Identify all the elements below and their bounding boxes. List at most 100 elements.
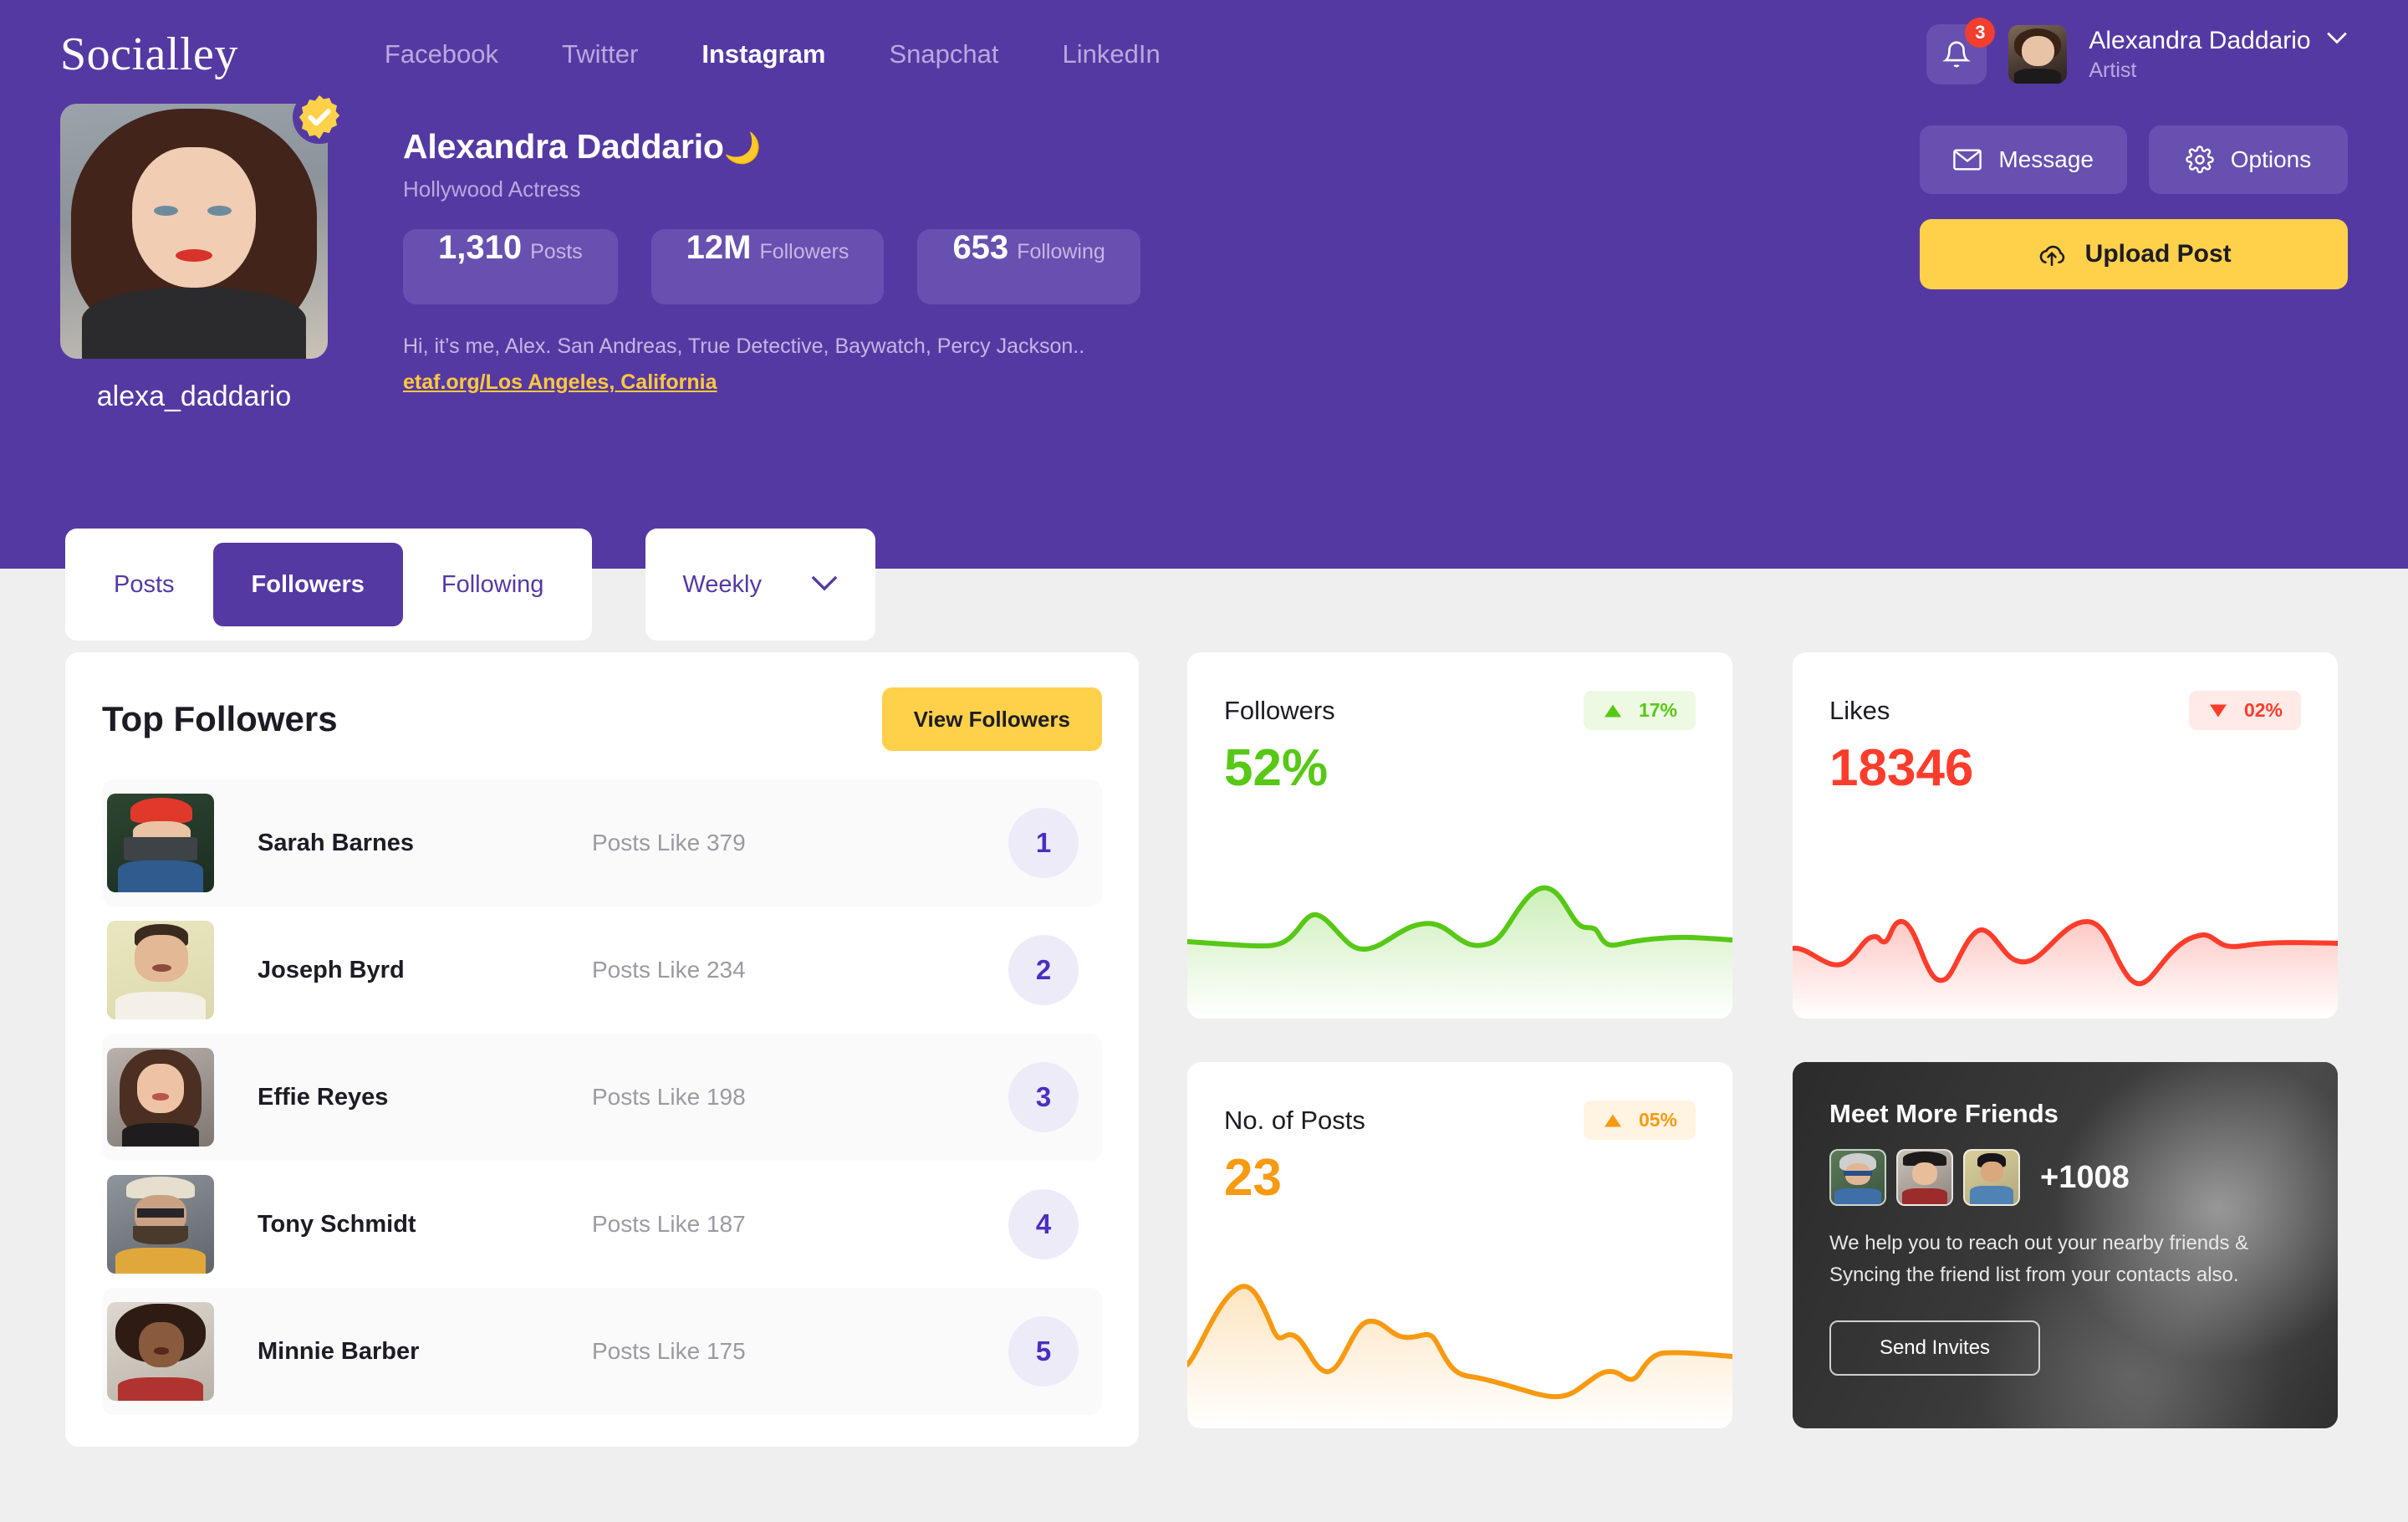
follower-avatar [107,1175,214,1274]
period-select[interactable]: Weekly [645,529,875,641]
gear-icon [2186,146,2214,174]
status-badge: 05% [1583,1101,1696,1140]
metric-card-header: Followers 17% [1187,652,1732,730]
table-row[interactable]: Tony Schmidt Posts Like 187 4 [102,1161,1102,1288]
follower-rank: 4 [1008,1189,1079,1259]
envelope-icon [1953,149,1982,171]
follower-posts: Posts Like 379 [592,830,746,855]
sparkline-followers [1187,843,1732,1019]
stat-following-value: 653 [952,229,1009,266]
follower-posts: Posts Like 198 [592,1084,746,1110]
top-navigation-bar: Socialley Facebook Twitter Instagram Sna… [0,0,2408,109]
follower-name: Joseph Byrd [258,956,405,983]
stat-posts-label: Posts [530,240,583,263]
metric-delta: 17% [1638,699,1677,721]
metric-title: No. of Posts [1224,1105,1365,1135]
moon-emoji-icon: 🌙 [723,130,762,165]
message-button[interactable]: Message [1920,125,2127,194]
profile-link[interactable]: etaf.org/Los Angeles, California [403,370,717,395]
stat-following[interactable]: 653 Following [917,229,1140,304]
stat-posts[interactable]: 1,310 Posts [403,229,618,304]
follower-rank: 2 [1008,935,1079,1005]
follower-avatar [107,1048,214,1147]
profile-info-column: Alexandra Daddario🌙 Hollywood Actress 1,… [403,104,1140,413]
follower-rank: 3 [1008,1062,1079,1132]
tab-following[interactable]: Following [403,543,583,626]
main-content: Top Followers View Followers Sarah Barne… [0,569,2408,1447]
stat-followers[interactable]: 12M Followers [650,229,885,304]
view-followers-button[interactable]: View Followers [881,687,1102,751]
metric-card-likes: Likes 02% 18346 [1793,652,2338,1019]
metric-delta: 05% [1638,1109,1677,1131]
account-avatar[interactable] [2008,25,2068,84]
options-button[interactable]: Options [2149,125,2348,194]
profile-action-row: Message Options [1920,125,2348,194]
upload-post-label: Upload Post [2084,240,2232,268]
follower-rank: 5 [1008,1316,1079,1387]
tab-followers[interactable]: Followers [212,543,403,626]
metric-card-followers: Followers 17% 52% [1187,652,1732,1019]
friends-avatars-row: +1008 [1829,1149,2301,1206]
top-followers-header: Top Followers View Followers [102,687,1102,751]
send-invites-button[interactable]: Send Invites [1829,1320,2040,1376]
profile-bio: Hi, it’s me, Alex. San Andreas, True Det… [403,335,1085,358]
profile-name-text: Alexandra Daddario [403,127,724,166]
chevron-down-icon[interactable] [810,575,839,595]
table-row[interactable]: Effie Reyes Posts Like 198 3 [102,1034,1102,1161]
metric-value: 18346 [1829,739,1974,797]
hero-header: Socialley Facebook Twitter Instagram Sna… [0,0,2408,641]
nav-item-snapchat[interactable]: Snapchat [890,39,999,69]
follower-name: Sarah Barnes [258,829,414,856]
top-followers-list: Sarah Barnes Posts Like 379 1 Joseph Byr… [102,779,1102,1415]
follower-posts: Posts Like 175 [592,1338,746,1364]
bell-icon [1942,41,1972,68]
metric-value: 52% [1224,739,1329,797]
avatar[interactable] [1829,1149,1886,1206]
verified-check-icon [298,94,340,140]
upload-post-button[interactable]: Upload Post [1920,219,2348,289]
account-area: 3 Alexandra Daddario Artist [1926,18,2348,84]
triangle-up-icon [1604,1114,1621,1126]
status-badge: 02% [2188,691,2301,730]
sparkline-likes [1793,843,2338,1019]
notification-badge: 3 [1965,18,1996,48]
stat-followers-value: 12M [686,229,752,266]
metric-card-posts: No. of Posts 05% 23 [1187,1062,1732,1428]
friends-card-description: We help you to reach out your nearby fri… [1829,1232,2249,1287]
follower-posts: Posts Like 234 [592,957,746,983]
social-network-nav: Facebook Twitter Instagram Snapchat Link… [385,39,1161,69]
profile-avatar-box [60,90,346,359]
nav-item-twitter[interactable]: Twitter [562,39,638,69]
sparkline-posts [1187,1253,1732,1428]
options-button-label: Options [2230,146,2312,172]
profile-avatar-image[interactable] [60,104,328,359]
profile-avatar-column: alexa_daddario [60,90,346,413]
period-select-value: Weekly [682,570,762,598]
nav-item-instagram[interactable]: Instagram [701,39,825,69]
table-row[interactable]: Sarah Barnes Posts Like 379 1 [102,779,1102,907]
message-button-label: Message [1998,146,2094,172]
avatar[interactable] [1963,1149,2020,1206]
table-row[interactable]: Minnie Barber Posts Like 175 5 [102,1288,1102,1415]
triangle-up-icon [1604,704,1621,717]
app-logo[interactable]: Socialley [60,28,238,81]
metrics-row-top: Followers 17% 52% Likes 02% 18346 [1187,652,2338,1019]
tab-posts[interactable]: Posts [75,543,213,626]
verified-badge [293,90,346,144]
nav-item-linkedin[interactable]: LinkedIn [1063,39,1161,69]
nav-item-facebook[interactable]: Facebook [385,39,498,69]
friends-avatar-group [1829,1149,2020,1206]
follower-avatar [107,794,214,892]
follower-name: Tony Schmidt [258,1210,416,1238]
notifications[interactable]: 3 [1926,18,1996,84]
chevron-down-icon[interactable] [2326,31,2348,49]
avatar[interactable] [1896,1149,1953,1206]
stat-followers-label: Followers [759,240,849,263]
account-meta[interactable]: Alexandra Daddario Artist [2089,25,2348,84]
metrics-row-bottom: No. of Posts 05% 23 Meet More Friends +1… [1187,1062,2338,1428]
follower-posts: Posts Like 187 [592,1211,746,1237]
account-role: Artist [2089,59,2137,83]
profile-username: alexa_daddario [96,380,292,412]
table-row[interactable]: Joseph Byrd Posts Like 234 2 [102,907,1102,1034]
stat-posts-value: 1,310 [438,229,523,266]
